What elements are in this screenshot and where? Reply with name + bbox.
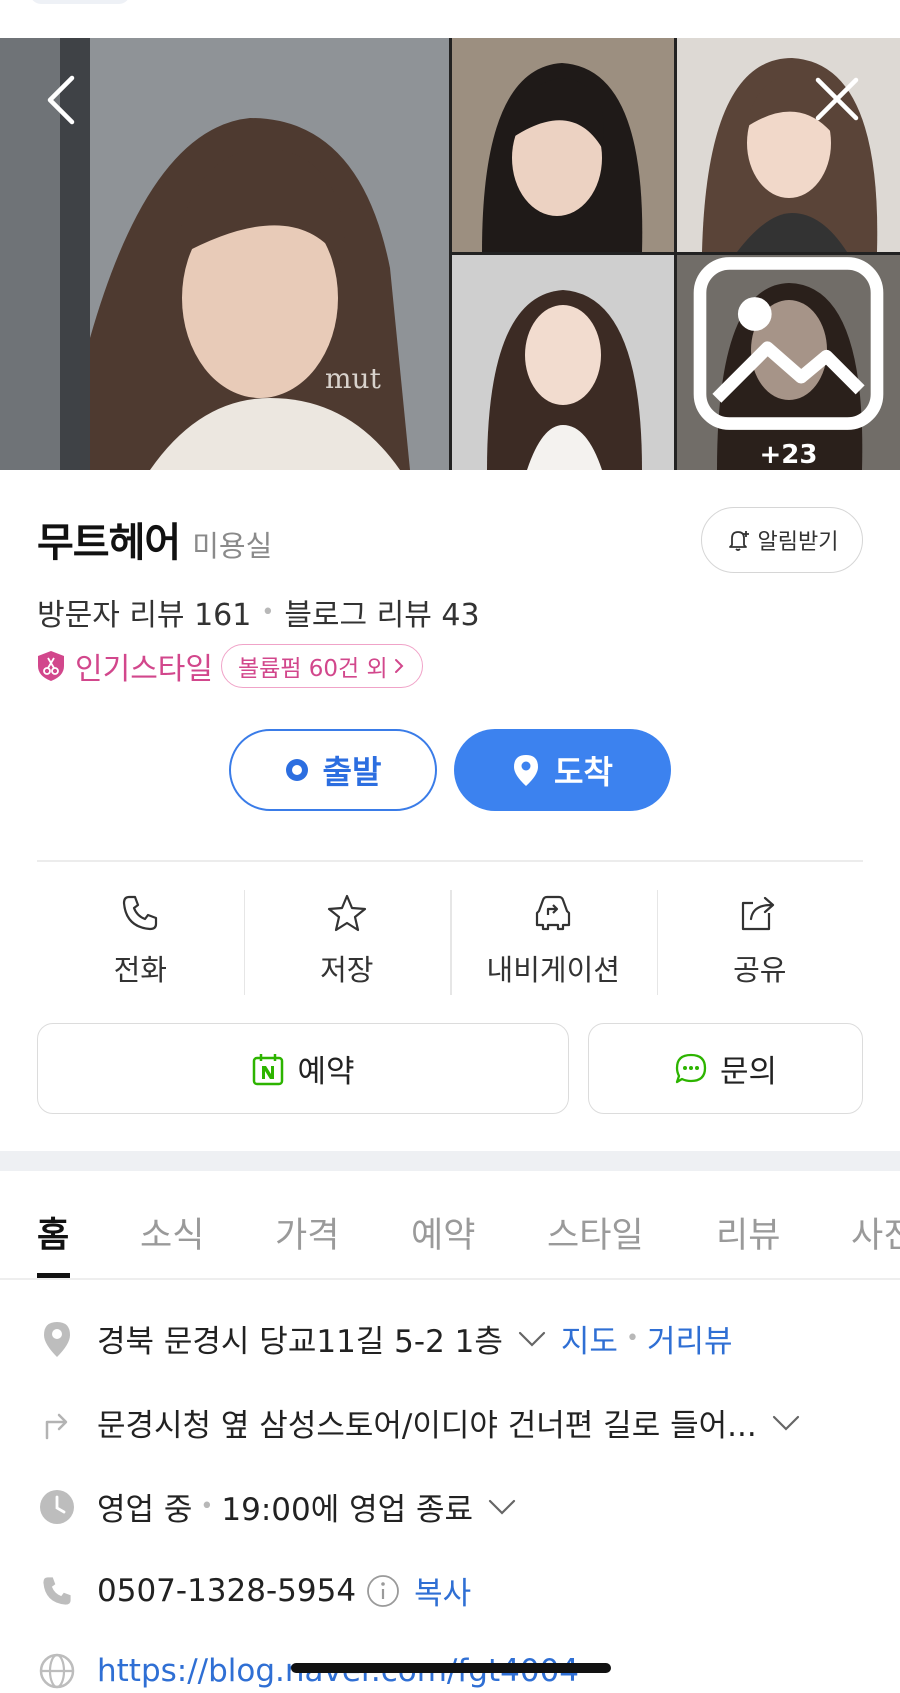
top-strip xyxy=(0,0,900,38)
more-photos-overlay: +23 xyxy=(677,255,900,470)
blog-review-link[interactable]: 블로그 리뷰 43 xyxy=(284,590,479,634)
popular-style-label: 인기스타일 xyxy=(75,652,213,687)
phone-icon xyxy=(123,895,158,931)
active-tab-indicator xyxy=(37,1273,70,1278)
street-view-link[interactable]: 거리뷰 xyxy=(647,1316,733,1361)
ask-button[interactable]: 문의 xyxy=(588,1023,863,1114)
route-start-button[interactable]: 출발 xyxy=(229,729,437,811)
copy-phone-button[interactable]: 복사 xyxy=(414,1568,471,1613)
map-link[interactable]: 지도 xyxy=(561,1316,618,1361)
section-gap xyxy=(0,1151,900,1171)
share-icon xyxy=(741,896,774,931)
tab-style[interactable]: 스타일 xyxy=(547,1207,644,1258)
watermark-text: mut xyxy=(325,362,382,395)
book-label: 예약 xyxy=(297,1054,355,1090)
clock-icon xyxy=(40,1489,74,1524)
back-arrow-icon[interactable] xyxy=(40,70,84,130)
turn-arrow-icon xyxy=(45,1413,68,1439)
book-button[interactable]: 예약 xyxy=(37,1023,569,1114)
place-category: 미용실 xyxy=(192,529,273,563)
ask-label: 문의 xyxy=(719,1054,778,1090)
action-navigation[interactable]: 내비게이션 xyxy=(450,885,657,995)
gallery-photo-4[interactable] xyxy=(452,255,674,470)
review-row: 방문자 리뷰 161 • 블로그 리뷰 43 xyxy=(37,590,480,634)
home-indicator xyxy=(291,1663,611,1673)
chevron-down-icon[interactable] xyxy=(517,1329,547,1349)
globe-icon xyxy=(39,1653,75,1689)
action-label: 공유 xyxy=(733,953,787,987)
chat-bubble-icon xyxy=(675,1053,707,1083)
bell-plus-icon xyxy=(728,531,749,551)
status-text: 영업 중 xyxy=(97,1492,193,1528)
tab-news[interactable]: 소식 xyxy=(140,1207,204,1258)
separator-dot: • xyxy=(625,1326,639,1351)
route-start-label: 출발 xyxy=(322,753,382,791)
alarm-label: 알림받기 xyxy=(757,530,839,555)
star-icon xyxy=(327,894,366,932)
gallery-photo-3[interactable] xyxy=(677,38,900,252)
phone-filled-icon xyxy=(43,1576,71,1605)
navigation-car-icon xyxy=(536,895,571,931)
place-name: 무트헤어 xyxy=(37,520,181,566)
tab-photo[interactable]: 사진 xyxy=(851,1207,900,1258)
tab-review[interactable]: 리뷰 xyxy=(716,1207,780,1258)
popular-style-row[interactable]: 인기스타일 볼륨펌 60건 외 xyxy=(37,644,423,688)
divider xyxy=(37,860,863,862)
chevron-down-icon[interactable] xyxy=(771,1413,801,1433)
address-row: 경북 문경시 당교11길 5-2 1층 지도 • 거리뷰 xyxy=(37,1316,733,1361)
image-icon xyxy=(693,257,884,430)
action-label: 내비게이션 xyxy=(486,953,620,987)
info-circle-icon[interactable] xyxy=(366,1574,400,1608)
scissors-badge-icon xyxy=(38,651,64,681)
place-title-row: 무트헤어 미용실 xyxy=(37,510,272,568)
hours-row: 영업 중 • 19:00에 영업 종료 xyxy=(37,1484,517,1529)
tab-bar: 홈 소식 가격 예약 스타일 리뷰 사진 xyxy=(0,1171,900,1280)
route-end-button[interactable]: 도착 xyxy=(454,729,671,811)
location-pin-icon xyxy=(514,755,539,786)
tab-booking[interactable]: 예약 xyxy=(411,1207,475,1258)
action-label: 전화 xyxy=(113,953,167,987)
action-row: 전화 저장 내비게이션 공유 xyxy=(37,885,863,995)
popular-style-chip-text: 볼륨펌 60건 외 xyxy=(238,656,388,682)
gallery-photo-2[interactable] xyxy=(452,38,674,252)
directions-text[interactable]: 문경시청 옆 삼성스토어/이디야 건너편 길로 들어... xyxy=(97,1400,757,1445)
origin-dot-icon xyxy=(285,759,308,781)
phone-number[interactable]: 0507-1328-5954 xyxy=(97,1573,356,1609)
top-pill xyxy=(30,0,130,4)
chevron-down-icon[interactable] xyxy=(487,1497,517,1517)
naver-booking-calendar-icon xyxy=(253,1053,284,1085)
action-share[interactable]: 공유 xyxy=(656,885,864,995)
popular-style-chip[interactable]: 볼륨펌 60건 외 xyxy=(221,644,423,688)
photo-gallery: mut +23 xyxy=(0,38,900,470)
action-save[interactable]: 저장 xyxy=(243,885,451,995)
more-photos-count: +23 xyxy=(759,440,818,470)
location-pin-icon xyxy=(44,1321,70,1357)
action-call[interactable]: 전화 xyxy=(37,885,244,995)
phone-row: 0507-1328-5954 복사 xyxy=(37,1568,471,1613)
route-end-label: 도착 xyxy=(554,753,613,791)
alarm-button[interactable]: 알림받기 xyxy=(701,507,863,573)
action-label: 저장 xyxy=(320,953,374,987)
directions-row: 문경시청 옆 삼성스토어/이디야 건너편 길로 들어... xyxy=(37,1400,801,1445)
visitor-review-link[interactable]: 방문자 리뷰 161 xyxy=(37,590,251,634)
address-text[interactable]: 경북 문경시 당교11길 5-2 1층 xyxy=(97,1316,503,1361)
tab-price[interactable]: 가격 xyxy=(275,1207,339,1258)
close-icon[interactable] xyxy=(812,74,862,124)
separator-dot: • xyxy=(200,1494,214,1519)
chevron-right-icon xyxy=(394,659,404,673)
separator-dot: • xyxy=(261,599,275,625)
tab-home[interactable]: 홈 xyxy=(37,1207,69,1258)
gallery-photo-more[interactable]: +23 xyxy=(677,255,900,470)
hours-text[interactable]: 19:00에 영업 종료 xyxy=(221,1484,473,1529)
